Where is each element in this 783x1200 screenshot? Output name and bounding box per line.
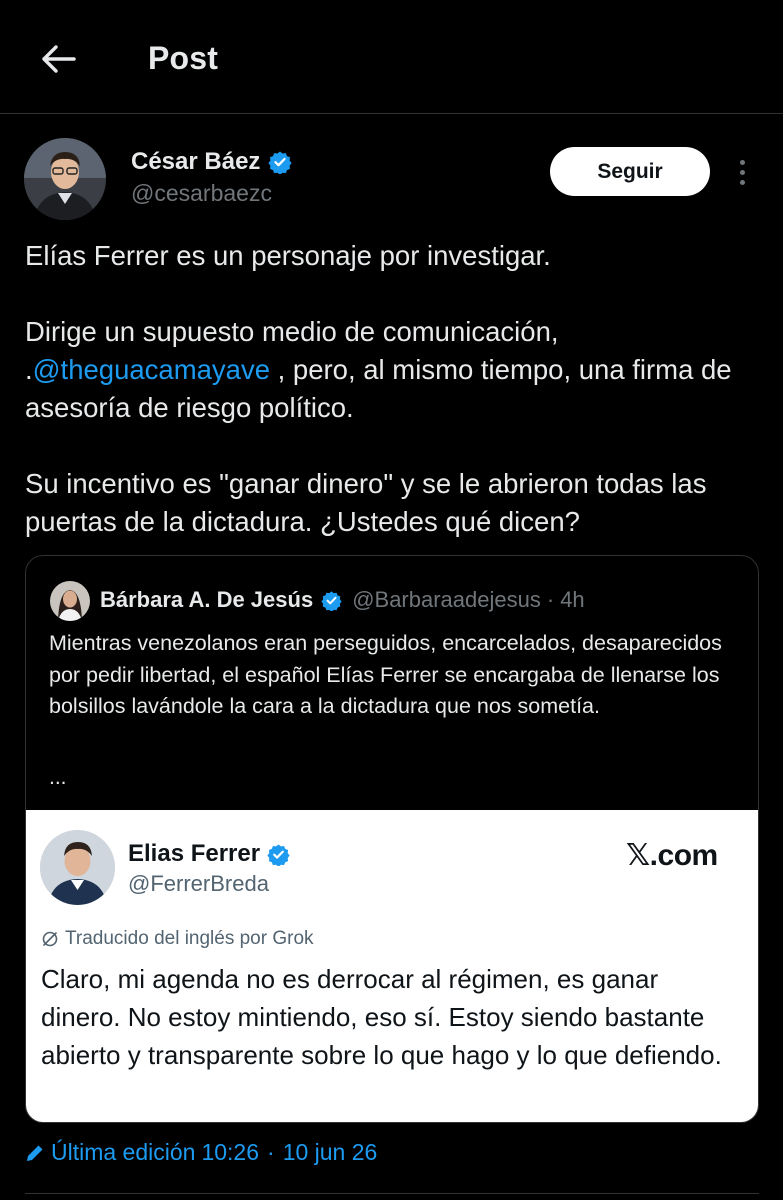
post-paragraph: Elías Ferrer es un personaje por investi… — [25, 240, 551, 271]
quote-author-name[interactable]: Bárbara A. De Jesús — [100, 587, 313, 613]
arrow-left-icon — [42, 45, 76, 73]
embedded-author-handle: @FerrerBreda — [128, 871, 269, 896]
embedded-author-avatar — [40, 830, 115, 905]
edit-time: 10:26 — [201, 1139, 260, 1165]
quote-ellipsis: ... — [49, 766, 67, 789]
verified-badge-icon — [267, 843, 290, 866]
quote-header: Bárbara A. De Jesús @Barbaraadejesus · 4… — [100, 587, 585, 613]
quote-timestamp[interactable]: 4h — [560, 587, 584, 613]
post-paragraph: Dirige un supuesto medio de comunicación… — [25, 316, 732, 423]
author-handle[interactable]: @cesarbaezc — [131, 180, 272, 207]
divider — [25, 1193, 759, 1194]
grok-icon — [42, 931, 58, 947]
translation-note: Traducido del inglés por Grok — [41, 928, 314, 950]
quote-text: Mientras venezolanos eran perseguidos, e… — [49, 631, 722, 718]
page-title: Post — [148, 40, 219, 76]
top-bar: Post — [0, 0, 783, 114]
quoted-post-card[interactable]: Bárbara A. De Jesús @Barbaraadejesus · 4… — [25, 555, 759, 1123]
site-logo: 𝕏.com — [626, 839, 718, 872]
post-paragraph: Su incentivo es "ganar dinero" y se le a… — [25, 468, 707, 537]
embedded-post-text: Claro, mi agenda no es derrocar al régim… — [41, 964, 722, 1070]
quote-author-avatar[interactable] — [50, 581, 90, 621]
pencil-icon — [27, 1145, 43, 1161]
edit-history-link[interactable]: Última edición 10:26 · 10 jun 26 — [25, 1139, 377, 1166]
verified-badge-icon — [268, 151, 293, 174]
quote-author-handle[interactable]: @Barbaraadejesus — [352, 587, 541, 613]
embedded-author-name-row: Elias Ferrer — [128, 840, 290, 868]
author-name[interactable]: César Báez — [131, 148, 260, 176]
edit-label: Última edición — [51, 1139, 196, 1165]
mention-link[interactable]: @theguacamayave — [33, 354, 270, 385]
separator-dot: · — [546, 587, 555, 612]
author-avatar[interactable] — [24, 138, 106, 220]
translation-label: Traducido del inglés por Grok — [65, 928, 314, 949]
author-name-row[interactable]: César Báez — [131, 148, 293, 176]
back-button[interactable] — [34, 38, 82, 80]
embedded-screenshot[interactable]: Elias Ferrer @FerrerBreda 𝕏.com Traducid… — [26, 810, 758, 1122]
more-vertical-icon — [739, 159, 745, 165]
more-options-button[interactable] — [728, 152, 756, 192]
verified-badge-icon — [321, 590, 342, 611]
follow-button[interactable]: Seguir — [550, 147, 710, 196]
embedded-author-name: Elias Ferrer — [128, 840, 261, 867]
post-body: Elías Ferrer es un personaje por investi… — [25, 237, 765, 579]
edit-date: 10 jun 26 — [282, 1139, 378, 1165]
separator-dot: · — [267, 1139, 275, 1165]
